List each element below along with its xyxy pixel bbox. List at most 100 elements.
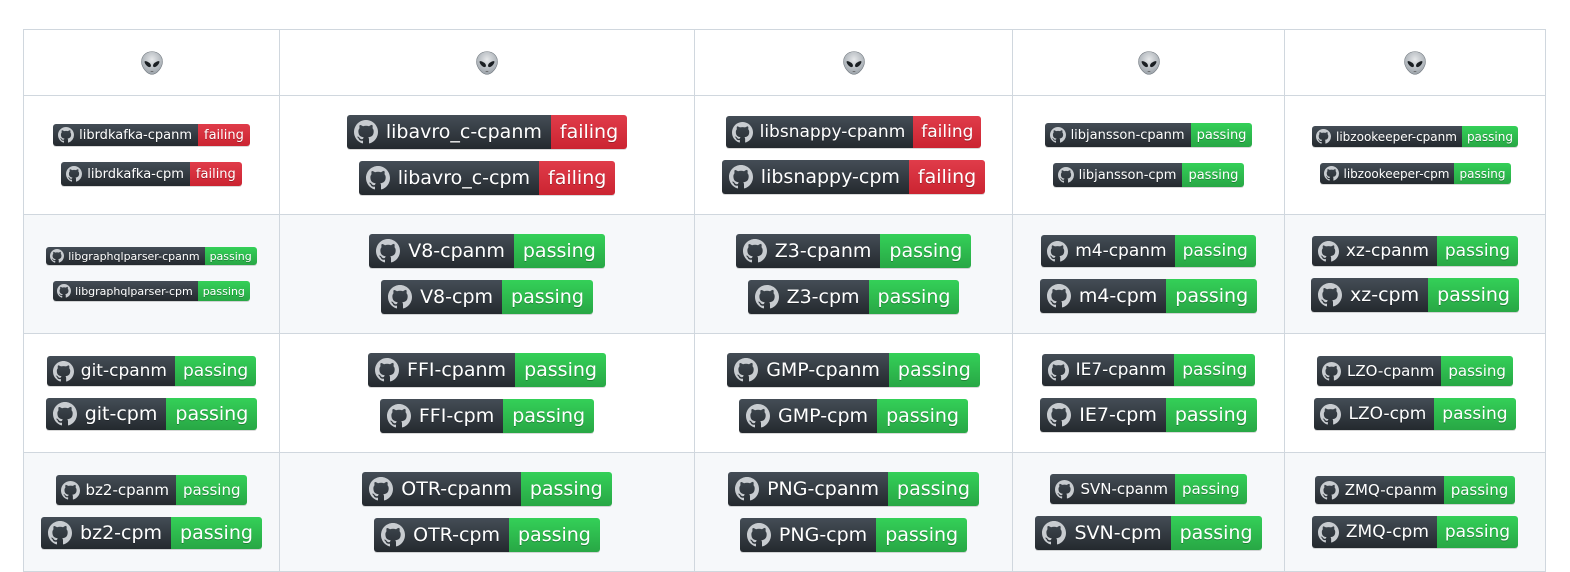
badge-status: passing bbox=[888, 472, 979, 506]
build-status-badge[interactable]: IE7-cpanm passing bbox=[1041, 354, 1256, 386]
badge-status-text: failing bbox=[548, 167, 607, 189]
badge-label: libjansson-cpm bbox=[1052, 163, 1183, 187]
build-status-badge[interactable]: git-cpanm passing bbox=[46, 356, 257, 386]
build-status-badge[interactable]: OTR-cpm passing bbox=[374, 518, 600, 552]
badge-label: SVN-cpanm bbox=[1050, 474, 1175, 504]
badge-workflow-name: xz-cpm bbox=[1350, 284, 1420, 306]
github-icon bbox=[386, 404, 411, 428]
build-status-badge[interactable]: libgraphqlparser-cpanm passing bbox=[46, 247, 257, 265]
badge-status: passing bbox=[171, 517, 262, 549]
github-icon bbox=[1318, 283, 1342, 307]
github-icon bbox=[1047, 359, 1069, 381]
github-icon bbox=[735, 477, 760, 501]
badge-workflow-name: LZO-cpanm bbox=[1347, 362, 1435, 380]
build-status-badge[interactable]: V8-cpanm passing bbox=[369, 234, 605, 268]
build-status-badge[interactable]: FFI-cpm passing bbox=[379, 399, 595, 433]
badge-status: passing bbox=[1174, 235, 1256, 267]
badge-workflow-name: ZMQ-cpm bbox=[1345, 522, 1429, 542]
build-status-badge[interactable]: libsnappy-cpanm failing bbox=[725, 116, 982, 148]
badge-status-text: failing bbox=[917, 166, 977, 188]
badge-status-text: passing bbox=[889, 240, 963, 262]
badge-label: FFI-cpanm bbox=[368, 353, 516, 387]
table-cell: Z3-cpanm passing Z3-cpm passing bbox=[694, 214, 1013, 334]
badge-status-text: passing bbox=[1181, 480, 1240, 498]
build-status-badge[interactable]: SVN-cpanm passing bbox=[1050, 474, 1247, 504]
badge-status: passing bbox=[1441, 356, 1513, 386]
build-status-badge[interactable]: ZMQ-cpm passing bbox=[1311, 516, 1519, 548]
badge-label: V8-cpm bbox=[381, 280, 503, 314]
badge-label: libzookeeper-cpm bbox=[1319, 163, 1455, 184]
badge-status-text: passing bbox=[511, 286, 584, 308]
badge-workflow-name: libavro_c-cpanm bbox=[385, 121, 542, 143]
build-status-badge[interactable]: libzookeeper-cpanm passing bbox=[1312, 126, 1518, 147]
build-status-badge[interactable]: libjansson-cpanm passing bbox=[1044, 123, 1253, 147]
build-status-badge[interactable]: libavro_c-cpm failing bbox=[358, 161, 616, 195]
badge-status: passing bbox=[1174, 474, 1247, 504]
github-icon bbox=[742, 239, 767, 263]
build-status-badge[interactable]: V8-cpm passing bbox=[381, 280, 593, 314]
badge-workflow-name: OTR-cpm bbox=[413, 524, 500, 546]
build-status-badge[interactable]: Z3-cpanm passing bbox=[735, 234, 972, 268]
badge-status: passing bbox=[502, 280, 593, 314]
badge-status: passing bbox=[520, 472, 612, 506]
badge-status-text: passing bbox=[897, 478, 970, 500]
build-status-badge[interactable]: m4-cpm passing bbox=[1039, 279, 1258, 313]
alien-icon bbox=[138, 49, 166, 77]
badge-workflow-name: libavro_c-cpm bbox=[397, 167, 531, 189]
badge-workflow-name: libjansson-cpm bbox=[1078, 167, 1177, 183]
build-status-badge[interactable]: libsnappy-cpm failing bbox=[721, 160, 986, 194]
badge-status: passing bbox=[166, 398, 258, 430]
build-status-badge[interactable]: OTR-cpanm passing bbox=[362, 472, 612, 506]
build-status-badge[interactable]: ZMQ-cpanm passing bbox=[1314, 476, 1516, 504]
badge-workflow-name: libsnappy-cpm bbox=[760, 166, 900, 188]
badge-status: passing bbox=[503, 399, 595, 433]
badge-status-text: passing bbox=[1175, 285, 1249, 307]
badge-label: libavro_c-cpm bbox=[358, 161, 540, 195]
badge-label: SVN-cpm bbox=[1035, 516, 1171, 550]
build-status-badge[interactable]: SVN-cpm passing bbox=[1035, 516, 1262, 550]
header-row bbox=[23, 29, 1546, 96]
badge-status-text: passing bbox=[1196, 127, 1247, 143]
github-icon bbox=[60, 480, 80, 500]
build-status-badge[interactable]: m4-cpanm passing bbox=[1041, 235, 1256, 267]
badge-status: failing bbox=[189, 162, 242, 186]
build-status-badge[interactable]: librdkafka-cpm failing bbox=[61, 162, 242, 186]
build-status-badge[interactable]: librdkafka-cpanm failing bbox=[53, 124, 250, 146]
badge-label: Z3-cpm bbox=[747, 280, 869, 314]
badge-status: passing bbox=[1443, 476, 1516, 504]
build-status-badge[interactable]: bz2-cpm passing bbox=[41, 517, 262, 549]
badge-status: passing bbox=[515, 353, 606, 387]
badge-workflow-name: SVN-cpanm bbox=[1080, 480, 1168, 498]
badge-label: m4-cpanm bbox=[1041, 235, 1175, 267]
badge-status-text: passing bbox=[1444, 241, 1511, 261]
build-status-badge[interactable]: PNG-cpanm passing bbox=[728, 472, 979, 506]
build-status-badge[interactable]: libavro_c-cpanm failing bbox=[346, 115, 628, 149]
badge-status: passing bbox=[1436, 236, 1519, 266]
badge-status-text: passing bbox=[1182, 360, 1248, 380]
table-cell: libjansson-cpanm passing libjansson-cpm pas… bbox=[1012, 95, 1285, 215]
table-row: bz2-cpanm passing bz2-cpm passing OTR-cpanm p… bbox=[23, 452, 1546, 572]
build-status-badge[interactable]: libjansson-cpm passing bbox=[1052, 163, 1245, 187]
build-status-badge[interactable]: libgraphqlparser-cpm passing bbox=[53, 281, 250, 301]
build-status-badge[interactable]: xz-cpanm passing bbox=[1311, 236, 1519, 266]
build-status-badge[interactable]: bz2-cpanm passing bbox=[55, 475, 248, 505]
build-status-badge[interactable]: LZO-cpanm passing bbox=[1317, 356, 1513, 386]
build-status-badge[interactable]: FFI-cpanm passing bbox=[368, 353, 606, 387]
build-status-badge[interactable]: GMP-cpm passing bbox=[739, 399, 968, 433]
build-status-badge[interactable]: git-cpm passing bbox=[45, 398, 258, 430]
build-status-badge[interactable]: GMP-cpanm passing bbox=[727, 353, 980, 387]
build-status-badge[interactable]: Z3-cpm passing bbox=[747, 280, 960, 314]
badge-status-text: passing bbox=[524, 359, 597, 381]
build-status-badge[interactable]: LZO-cpm passing bbox=[1314, 398, 1516, 430]
build-status-badge[interactable]: libzookeeper-cpm passing bbox=[1319, 163, 1511, 184]
table-cell: libgraphqlparser-cpanm passing libgraphqlp… bbox=[23, 214, 280, 334]
build-status-badge[interactable]: PNG-cpm passing bbox=[739, 518, 968, 552]
build-status-badge[interactable]: IE7-cpm passing bbox=[1040, 398, 1257, 432]
badge-status-text: passing bbox=[1188, 167, 1239, 183]
badge-status: passing bbox=[1436, 516, 1519, 548]
badge-label: libgraphqlparser-cpm bbox=[53, 281, 198, 301]
badge-status: passing bbox=[888, 353, 980, 387]
build-status-badge[interactable]: xz-cpm passing bbox=[1311, 278, 1519, 312]
column-header bbox=[1012, 29, 1285, 96]
badge-status-text: passing bbox=[877, 286, 951, 308]
